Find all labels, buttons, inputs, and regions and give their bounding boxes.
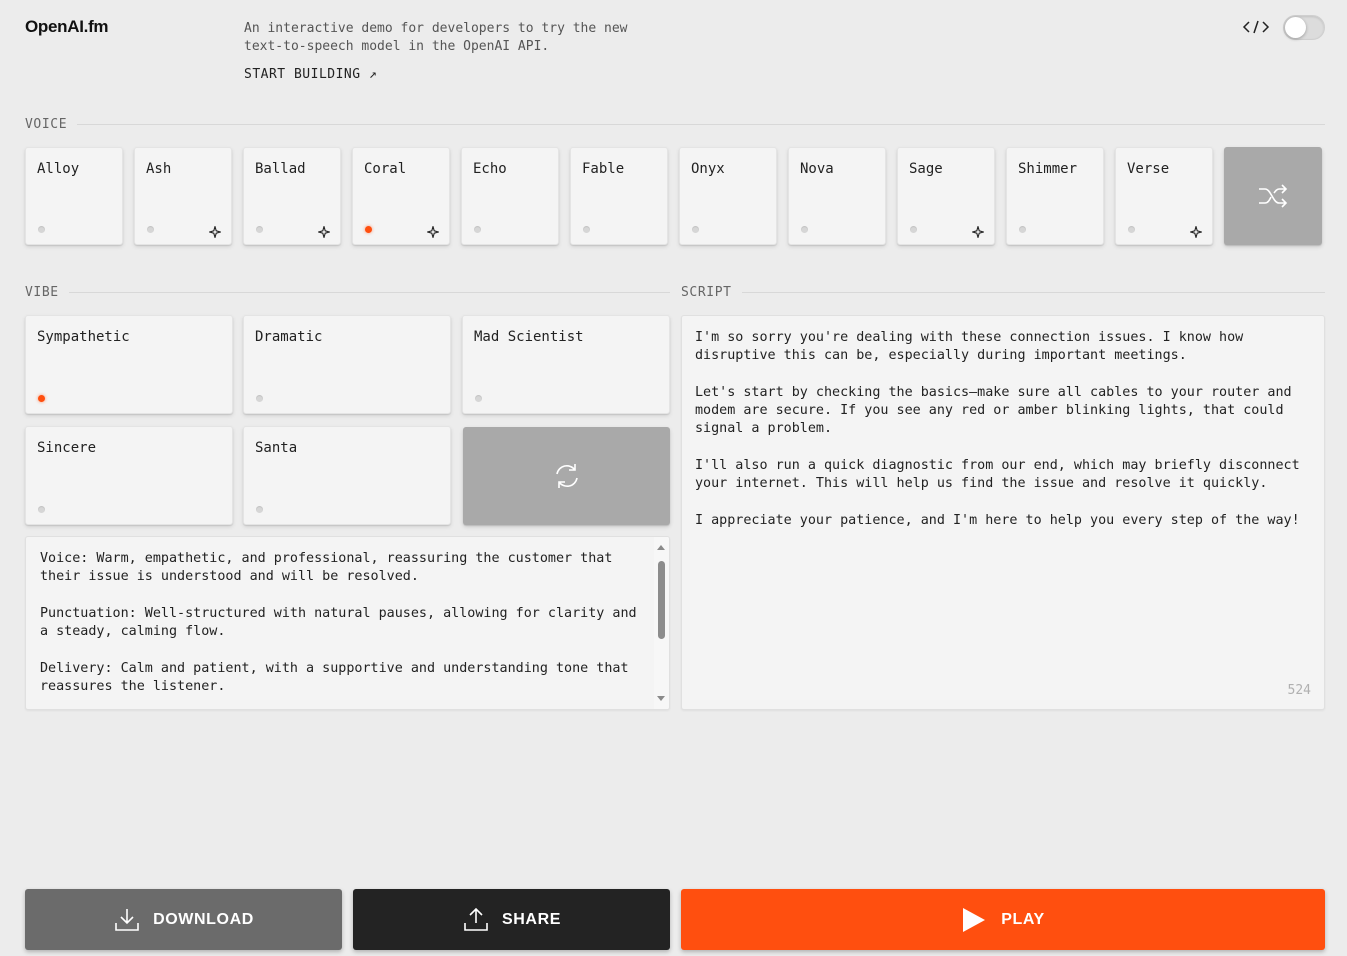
vibe-scrollbar[interactable] — [654, 537, 669, 709]
script-section-label: SCRIPT — [681, 285, 1325, 300]
vibe-name: Mad Scientist — [474, 329, 584, 345]
sparkle-icon — [971, 223, 985, 239]
voice-name: Coral — [364, 161, 407, 177]
scroll-thumb[interactable] — [658, 561, 665, 639]
tagline: An interactive demo for developers to tr… — [244, 21, 628, 54]
char-count: 524 — [1287, 683, 1311, 698]
indicator-dot — [256, 226, 263, 233]
scroll-down-arrow[interactable] — [657, 696, 665, 701]
start-building-link[interactable]: START BUILDING ↗ — [244, 67, 377, 82]
script-editor[interactable]: I'm so sorry you're dealing with these c… — [681, 315, 1325, 710]
indicator-dot — [475, 395, 482, 402]
vibe-option-mad-scientist[interactable]: Mad Scientist — [462, 315, 670, 414]
voice-name: Verse — [1127, 161, 1170, 177]
voice-name: Echo — [473, 161, 507, 177]
vibe-name: Dramatic — [255, 329, 323, 345]
vibe-name: Sympathetic — [37, 329, 130, 345]
toggle-knob — [1285, 17, 1306, 38]
voice-option-onyx[interactable]: Onyx — [679, 147, 777, 245]
voice-name: Sage — [909, 161, 943, 177]
voice-option-fable[interactable]: Fable — [570, 147, 668, 245]
voice-name: Fable — [582, 161, 625, 177]
vibe-name: Sincere — [37, 440, 97, 456]
sparkle-icon — [317, 223, 331, 239]
indicator-dot — [1019, 226, 1026, 233]
refresh-vibes-button[interactable] — [463, 427, 670, 525]
voice-name: Shimmer — [1018, 161, 1078, 177]
voice-option-nova[interactable]: Nova — [788, 147, 886, 245]
vibe-name: Santa — [255, 440, 298, 456]
voice-option-coral[interactable]: Coral — [352, 147, 450, 245]
sparkle-icon — [426, 223, 440, 239]
sparkle-icon — [1189, 223, 1203, 239]
vibe-option-sympathetic[interactable]: Sympathetic — [25, 315, 233, 414]
voice-option-echo[interactable]: Echo — [461, 147, 559, 245]
indicator-dot — [583, 226, 590, 233]
voice-name: Alloy — [37, 161, 80, 177]
voice-option-shimmer[interactable]: Shimmer — [1006, 147, 1104, 245]
play-icon — [963, 907, 986, 932]
selected-indicator — [365, 226, 372, 233]
sparkle-icon — [208, 223, 222, 239]
selected-indicator — [38, 395, 45, 402]
voice-option-verse[interactable]: Verse — [1115, 147, 1213, 245]
shuffle-voice-button[interactable] — [1224, 147, 1322, 245]
voice-section-label: VOICE — [25, 117, 1325, 132]
voice-name: Ash — [146, 161, 172, 177]
voice-name: Ballad — [255, 161, 306, 177]
divider — [68, 292, 670, 293]
vibe-description[interactable]: Voice: Warm, empathetic, and professiona… — [40, 550, 645, 696]
vibe-description-box[interactable]: Voice: Warm, empathetic, and professiona… — [25, 536, 670, 710]
download-label: DOWNLOAD — [153, 910, 254, 928]
indicator-dot — [38, 506, 45, 513]
share-button[interactable]: SHARE — [353, 889, 670, 950]
refresh-icon — [555, 464, 578, 488]
scroll-up-arrow[interactable] — [657, 545, 665, 550]
indicator-dot — [474, 226, 481, 233]
script-text[interactable]: I'm so sorry you're dealing with these c… — [695, 329, 1315, 530]
voice-option-ash[interactable]: Ash — [134, 147, 232, 245]
voice-option-ballad[interactable]: Ballad — [243, 147, 341, 245]
voice-name: Onyx — [691, 161, 725, 177]
share-label: SHARE — [501, 910, 561, 928]
vibe-option-sincere[interactable]: Sincere — [25, 426, 233, 525]
voice-grid: Alloy Ash Ballad Coral Echo Fable Onyx Nova Sage… — [25, 147, 1322, 245]
download-icon — [115, 908, 139, 931]
vibe-option-santa[interactable]: Santa — [243, 426, 451, 525]
code-icon[interactable] — [1240, 17, 1272, 37]
voice-label-text: VOICE — [25, 117, 68, 132]
dev-mode-toggle[interactable] — [1283, 15, 1325, 40]
divider — [741, 292, 1325, 293]
indicator-dot — [147, 226, 154, 233]
download-button[interactable]: DOWNLOAD — [25, 889, 342, 950]
voice-option-sage[interactable]: Sage — [897, 147, 995, 245]
indicator-dot — [38, 226, 45, 233]
indicator-dot — [910, 226, 917, 233]
script-label-text: SCRIPT — [681, 285, 732, 300]
voice-option-alloy[interactable]: Alloy — [25, 147, 123, 245]
divider — [77, 124, 1325, 125]
vibe-label-text: VIBE — [25, 285, 59, 300]
play-button[interactable]: PLAY — [681, 889, 1325, 950]
indicator-dot — [256, 506, 263, 513]
indicator-dot — [801, 226, 808, 233]
shuffle-icon — [1259, 184, 1288, 208]
indicator-dot — [256, 395, 263, 402]
indicator-dot — [1128, 226, 1135, 233]
voice-name: Nova — [800, 161, 834, 177]
upload-icon — [464, 907, 488, 931]
app-logo[interactable]: OpenAI.fm — [25, 17, 109, 37]
play-label: PLAY — [1001, 910, 1045, 928]
vibe-option-dramatic[interactable]: Dramatic — [243, 315, 451, 414]
indicator-dot — [692, 226, 699, 233]
vibe-section-label: VIBE — [25, 285, 670, 300]
